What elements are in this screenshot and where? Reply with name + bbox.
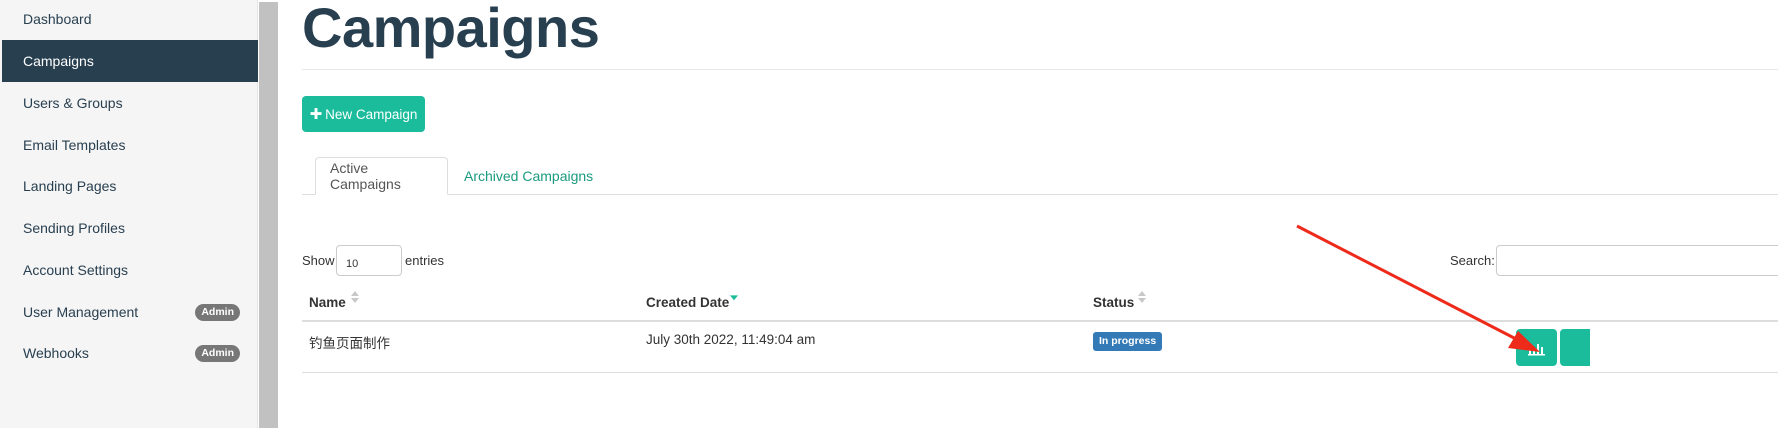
- view-results-button[interactable]: [1516, 329, 1557, 366]
- sidebar-item-label: Sending Profiles: [23, 220, 125, 236]
- plus-icon: ✚: [309, 106, 323, 123]
- new-campaign-label: New Campaign: [325, 106, 418, 122]
- sort-descending-icon[interactable]: [730, 291, 738, 303]
- search-label: Search:: [1450, 253, 1495, 268]
- tab-active-campaigns[interactable]: Active Campaigns: [315, 157, 448, 195]
- sidebar-item-webhooks[interactable]: Webhooks Admin: [2, 332, 258, 374]
- entries-label: entries: [405, 253, 445, 268]
- tab-label: Archived Campaigns: [464, 168, 594, 184]
- sort-both-icon[interactable]: [1138, 291, 1146, 303]
- sidebar-item-label: Webhooks: [23, 345, 89, 361]
- tab-label: Active Campaigns: [330, 160, 401, 192]
- sidebar-item-label: Campaigns: [23, 53, 94, 69]
- bar-chart-icon: [1528, 344, 1545, 356]
- page-length-select[interactable]: 10: [336, 245, 402, 276]
- sidebar-item-campaigns[interactable]: Campaigns: [2, 40, 258, 82]
- title-divider: [302, 69, 1778, 70]
- tab-archived-campaigns[interactable]: Archived Campaigns: [450, 157, 607, 195]
- sidebar-item-email-templates[interactable]: Email Templates: [2, 124, 258, 166]
- sidebar-item-label: Account Settings: [23, 262, 129, 278]
- sidebar-item-account-settings[interactable]: Account Settings: [2, 249, 258, 291]
- table-row-divider: [302, 372, 1778, 373]
- column-header-status[interactable]: Status: [1093, 295, 1134, 310]
- table-header-divider: [302, 320, 1778, 322]
- column-header-created-date[interactable]: Created Date: [646, 295, 729, 310]
- sidebar-item-users-groups[interactable]: Users & Groups: [2, 82, 258, 124]
- new-campaign-button[interactable]: ✚ New Campaign: [302, 96, 425, 132]
- admin-badge: Admin: [195, 304, 240, 321]
- page-title: Campaigns: [302, 0, 600, 59]
- search-input[interactable]: [1496, 245, 1778, 276]
- row-action-button[interactable]: [1560, 329, 1590, 366]
- created-date-cell: July 30th 2022, 11:49:04 am: [646, 332, 816, 347]
- status-badge: In progress: [1093, 332, 1163, 351]
- sidebar-scrollbar[interactable]: [259, 2, 278, 428]
- sidebar-item-landing-pages[interactable]: Landing Pages: [2, 165, 258, 207]
- sidebar-item-label: Email Templates: [23, 137, 126, 153]
- sidebar-item-user-management[interactable]: User Management Admin: [2, 291, 258, 333]
- column-header-name[interactable]: Name: [309, 295, 346, 310]
- sidebar: Dashboard Campaigns Users & Groups Email…: [0, 0, 258, 428]
- sidebar-item-label: Landing Pages: [23, 178, 117, 194]
- admin-badge: Admin: [195, 345, 240, 362]
- sidebar-item-label: Users & Groups: [23, 95, 123, 111]
- campaign-name-link[interactable]: 钓鱼页面制作: [309, 332, 390, 352]
- sidebar-item-label: User Management: [23, 304, 139, 320]
- sidebar-item-sending-profiles[interactable]: Sending Profiles: [2, 207, 258, 249]
- sidebar-item-label: Dashboard: [23, 11, 92, 27]
- sort-both-icon[interactable]: [351, 291, 359, 303]
- show-label: Show: [302, 253, 335, 268]
- sidebar-item-dashboard[interactable]: Dashboard: [2, 0, 258, 40]
